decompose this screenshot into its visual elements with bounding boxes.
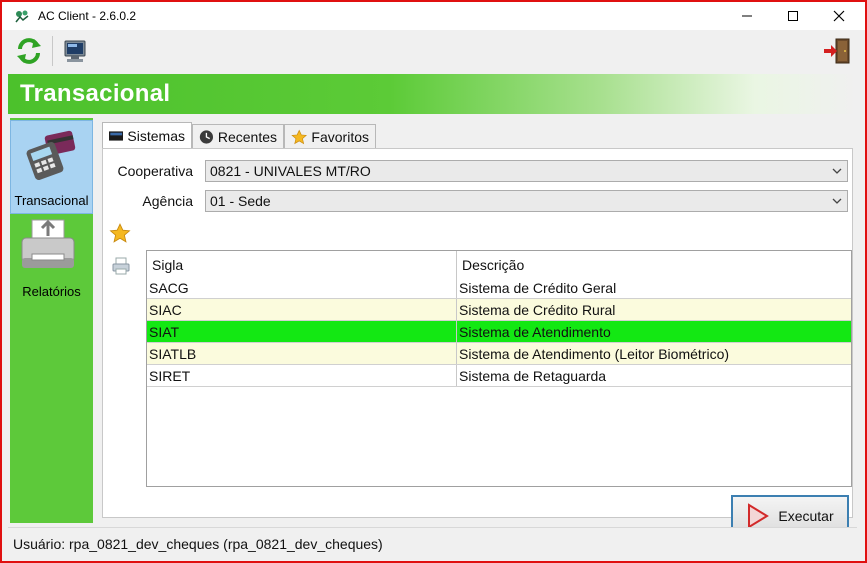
logout-button[interactable] <box>820 34 854 68</box>
cell-descricao: Sistema de Atendimento <box>459 324 611 340</box>
toolbar-separator <box>52 36 53 66</box>
table-header: Sigla Descrição <box>147 251 851 278</box>
refresh-button[interactable] <box>12 34 46 68</box>
chevron-down-icon <box>832 198 842 204</box>
close-icon <box>833 10 845 22</box>
cell-sigla: SIATLB <box>147 343 457 364</box>
clock-icon <box>199 129 214 144</box>
play-icon <box>748 503 770 529</box>
maximize-button[interactable] <box>770 2 816 30</box>
column-header-sigla[interactable]: Sigla <box>147 251 457 277</box>
print-list-icon[interactable] <box>112 257 130 275</box>
table-row[interactable]: SIATLB Sistema de Atendimento (Leitor Bi… <box>147 343 851 365</box>
cell-sigla: SIAC <box>147 299 457 320</box>
agencia-select[interactable]: 01 - Sede <box>205 190 848 212</box>
cell-descricao: Sistema de Retaguarda <box>459 368 607 384</box>
nav-item-transacional[interactable]: Transacional <box>10 120 93 214</box>
window-title: AC Client - 2.6.0.2 <box>38 9 137 23</box>
cooperativa-select[interactable]: 0821 - UNIVALES MT/RO <box>205 160 848 182</box>
tab-recentes[interactable]: Recentes <box>192 124 284 148</box>
table-row[interactable]: SIRET Sistema de Retaguarda <box>147 365 851 387</box>
cooperativa-value: 0821 - UNIVALES MT/RO <box>210 163 371 179</box>
chevron-down-icon <box>832 168 842 174</box>
refresh-icon <box>17 38 41 64</box>
cell-sigla: SIAT <box>147 321 457 342</box>
agencia-label: Agência <box>142 193 193 209</box>
monitor-icon <box>64 40 86 62</box>
left-nav: Transacional Relatórios <box>10 118 93 523</box>
cell-descricao: Sistema de Crédito Rural <box>459 302 616 318</box>
execute-label: Executar <box>778 508 834 524</box>
toolbar <box>2 30 865 72</box>
cell-descricao: Sistema de Atendimento (Leitor Biométric… <box>459 346 730 362</box>
main-panel: Sistemas Recentes Favoritos Cooperativa … <box>98 118 857 537</box>
star-icon <box>291 129 308 144</box>
table-row[interactable]: SIAC Sistema de Crédito Rural <box>147 299 851 321</box>
card-terminal-icon <box>26 130 76 181</box>
minimize-icon <box>742 15 752 17</box>
table-row[interactable]: SACG Sistema de Crédito Geral <box>147 277 851 299</box>
cooperativa-label: Cooperativa <box>117 163 194 179</box>
agencia-value: 01 - Sede <box>210 193 271 209</box>
terminal-button[interactable] <box>58 34 92 68</box>
app-window: AC Client - 2.6.0.2 Transacional Transac… <box>0 0 867 563</box>
cell-sigla: SACG <box>147 277 457 298</box>
tab-label-recentes: Recentes <box>217 128 277 145</box>
nav-label-transacional: Transacional <box>14 193 89 208</box>
tab-panel-sistemas: Cooperativa 0821 - UNIVALES MT/RO Agênci… <box>102 148 853 537</box>
tab-favoritos[interactable]: Favoritos <box>284 124 376 148</box>
column-header-descricao[interactable]: Descrição <box>457 251 851 277</box>
add-favorite-icon[interactable] <box>109 223 131 243</box>
table-row-selected[interactable]: SIAT Sistema de Atendimento <box>147 321 851 343</box>
section-title: Transacional <box>20 80 171 107</box>
systems-table: Sigla Descrição SACG Sistema de Crédito … <box>146 250 852 487</box>
cell-sigla: SIRET <box>147 365 457 386</box>
monitor-icon <box>109 130 124 141</box>
status-bar: Usuário: rpa_0821_dev_cheques (rpa_0821_… <box>8 527 857 558</box>
section-banner: Transacional <box>8 74 857 114</box>
close-button[interactable] <box>816 2 862 30</box>
minimize-button[interactable] <box>724 2 770 30</box>
tab-label-sistemas: Sistemas <box>127 127 185 144</box>
printer-icon <box>21 219 75 268</box>
maximize-icon <box>788 11 798 21</box>
nav-label-relatorios: Relatórios <box>22 284 81 299</box>
tab-label-favoritos: Favoritos <box>311 128 369 145</box>
cell-descricao: Sistema de Crédito Geral <box>459 280 617 296</box>
app-icon <box>15 10 29 23</box>
nav-item-relatorios[interactable]: Relatórios <box>10 216 93 310</box>
exit-door-icon <box>824 38 850 64</box>
title-bar: AC Client - 2.6.0.2 <box>2 2 865 30</box>
tab-sistemas[interactable]: Sistemas <box>102 122 192 148</box>
status-user-text: Usuário: rpa_0821_dev_cheques (rpa_0821_… <box>13 536 383 552</box>
